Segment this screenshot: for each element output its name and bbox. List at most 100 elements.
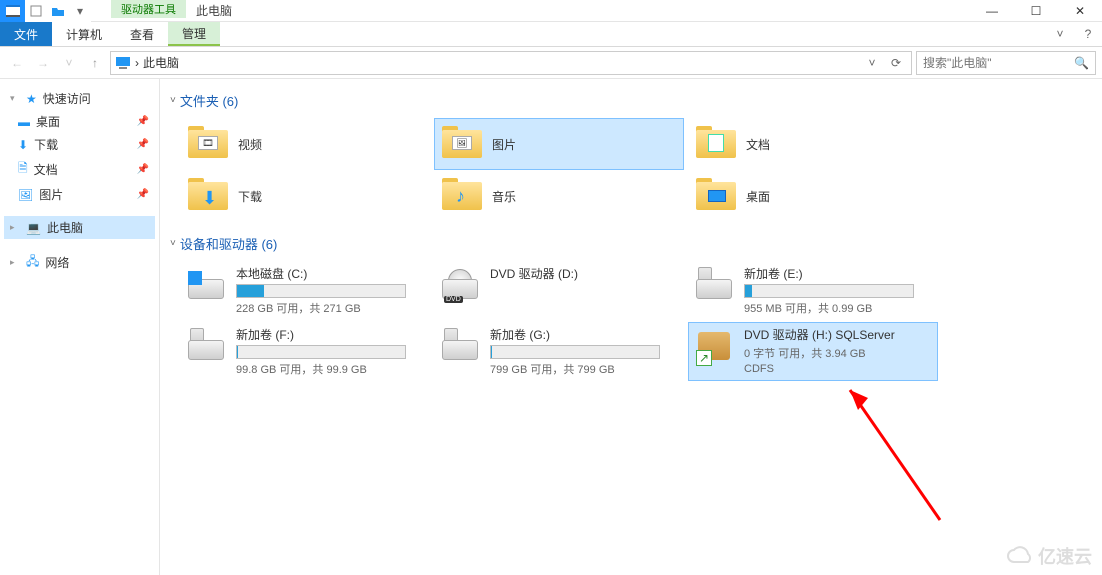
folder-item[interactable]: 🖼 图片 bbox=[434, 118, 684, 170]
ribbon-tab-computer[interactable]: 计算机 bbox=[52, 22, 116, 46]
box-icon: ↗ bbox=[694, 326, 734, 366]
sidebar-item-documents[interactable]: 🗎 文档 📌 bbox=[4, 156, 155, 183]
minimize-button[interactable]: — bbox=[970, 0, 1014, 22]
group-header-folders[interactable]: ˅ 文件夹 (6) bbox=[160, 87, 1102, 114]
document-icon: 🗎 bbox=[18, 159, 28, 180]
drive-usage-bar bbox=[490, 345, 660, 359]
folder-item[interactable]: 🎞 视频 bbox=[180, 118, 430, 170]
tree-caret-icon[interactable]: ▾ bbox=[10, 93, 20, 104]
star-icon: ★ bbox=[26, 92, 37, 106]
nav-recent-dropdown[interactable]: ˅ bbox=[58, 52, 80, 74]
doc-folder-icon bbox=[696, 126, 736, 162]
sidebar-this-pc[interactable]: ▸ 💻 此电脑 bbox=[4, 216, 155, 239]
nav-forward-button[interactable]: → bbox=[32, 52, 54, 74]
ribbon-file-tab[interactable]: 文件 bbox=[0, 22, 52, 46]
contextual-tab-header: 驱动器工具 bbox=[111, 0, 186, 18]
drive-sub: 955 MB 可用，共 0.99 GB bbox=[744, 300, 932, 316]
search-input[interactable] bbox=[923, 56, 1070, 70]
window-title: 此电脑 bbox=[186, 0, 242, 21]
group-header-drives[interactable]: ˅ 设备和驱动器 (6) bbox=[160, 230, 1102, 257]
sidebar-label: 网络 bbox=[45, 254, 69, 271]
drive-item[interactable]: DVD DVD 驱动器 (D:) bbox=[434, 261, 684, 320]
chevron-down-icon[interactable]: ˅ bbox=[170, 238, 176, 249]
drive-usage-bar bbox=[744, 284, 914, 298]
search-box[interactable]: 🔍 bbox=[916, 51, 1096, 75]
drive-title: 本地磁盘 (C:) bbox=[236, 265, 424, 282]
address-bar[interactable]: › 此电脑 ˅ ⟳ bbox=[110, 51, 912, 75]
sidebar-item-label: 下载 bbox=[34, 136, 58, 153]
drive-title: DVD 驱动器 (H:) SQLServer bbox=[744, 326, 932, 343]
download-icon: ⬇ bbox=[18, 138, 28, 152]
drive-usage-bar bbox=[236, 284, 406, 298]
folder-item[interactable]: 桌面 bbox=[688, 170, 938, 222]
nav-up-button[interactable]: ↑ bbox=[84, 52, 106, 74]
drive-title: 新加卷 (E:) bbox=[744, 265, 932, 282]
drive-item[interactable]: 新加卷 (G:)799 GB 可用，共 799 GB bbox=[434, 322, 684, 381]
breadcrumb[interactable]: › 此电脑 bbox=[135, 54, 179, 71]
sidebar-item-label: 图片 bbox=[39, 186, 63, 203]
drive-title: 新加卷 (F:) bbox=[236, 326, 424, 343]
folder-label: 视频 bbox=[238, 136, 262, 153]
folder-label: 下载 bbox=[238, 188, 262, 205]
drive-title: 新加卷 (G:) bbox=[490, 326, 678, 343]
sidebar-network[interactable]: ▸ 🖧 网络 bbox=[4, 249, 155, 276]
pc-icon: 💻 bbox=[26, 221, 41, 235]
folder-item[interactable]: 文档 bbox=[688, 118, 938, 170]
sidebar-item-downloads[interactable]: ⬇ 下载 📌 bbox=[4, 133, 155, 156]
sidebar-item-label: 文档 bbox=[34, 161, 58, 178]
folder-item[interactable]: ♪ 音乐 bbox=[434, 170, 684, 222]
ribbon-help-icon[interactable]: ? bbox=[1074, 22, 1102, 46]
network-icon: 🖧 bbox=[26, 252, 39, 273]
download-folder-icon: ⬇ bbox=[188, 178, 228, 214]
chevron-down-icon[interactable]: ˅ bbox=[170, 95, 176, 106]
sidebar-item-pictures[interactable]: 🖼 图片 📌 bbox=[4, 183, 155, 206]
drive-sub2: CDFS bbox=[744, 363, 932, 375]
hdd-icon bbox=[440, 326, 480, 366]
drive-usage-bar bbox=[236, 345, 406, 359]
close-button[interactable]: ✕ bbox=[1058, 0, 1102, 22]
address-toolbar: ← → ˅ ↑ › 此电脑 ˅ ⟳ 🔍 bbox=[0, 47, 1102, 79]
drive-item[interactable]: 新加卷 (E:) 955 MB 可用，共 0.99 GB bbox=[688, 261, 938, 320]
tree-caret-icon[interactable]: ▸ bbox=[10, 257, 20, 268]
qat-dropdown-icon[interactable]: ▾ bbox=[69, 0, 91, 22]
address-dropdown-icon[interactable]: ˅ bbox=[863, 56, 881, 70]
titlebar: ▾ 驱动器工具 此电脑 — ☐ ✕ bbox=[0, 0, 1102, 22]
maximize-button[interactable]: ☐ bbox=[1014, 0, 1058, 22]
folder-item[interactable]: ⬇ 下载 bbox=[180, 170, 430, 222]
desktop-icon: ▬ bbox=[18, 115, 30, 129]
sidebar-quick-access[interactable]: ▾ ★ 快速访问 bbox=[4, 87, 155, 110]
search-icon[interactable]: 🔍 bbox=[1074, 56, 1089, 70]
quick-access-toolbar: ▾ bbox=[25, 0, 91, 22]
nav-back-button[interactable]: ← bbox=[6, 52, 28, 74]
hdd-os-icon bbox=[186, 265, 226, 305]
drive-item[interactable]: 新加卷 (F:) 99.8 GB 可用，共 99.9 GB bbox=[180, 322, 430, 381]
hdd-icon bbox=[694, 265, 734, 305]
picture-icon: 🖼 bbox=[18, 188, 33, 202]
ribbon-collapse-icon[interactable]: ˅ bbox=[1046, 22, 1074, 46]
titlebar-left: ▾ bbox=[0, 0, 91, 21]
ribbon-tab-view[interactable]: 查看 bbox=[116, 22, 168, 46]
dvd-icon: DVD bbox=[440, 265, 480, 305]
pin-icon: 📌 bbox=[137, 164, 149, 175]
qat-new-folder-icon[interactable] bbox=[47, 0, 69, 22]
sidebar-label: 快速访问 bbox=[43, 90, 91, 107]
qat-properties-icon[interactable] bbox=[25, 0, 47, 22]
sidebar-item-desktop[interactable]: ▬ 桌面 📌 bbox=[4, 110, 155, 133]
ribbon-tab-manage[interactable]: 管理 bbox=[168, 22, 220, 46]
pin-icon: 📌 bbox=[137, 116, 149, 127]
sidebar-label: 此电脑 bbox=[47, 219, 83, 236]
drive-item[interactable]: ↗ DVD 驱动器 (H:) SQLServer0 字节 可用，共 3.94 G… bbox=[688, 322, 938, 381]
address-refresh-icon[interactable]: ⟳ bbox=[885, 56, 907, 70]
folder-label: 图片 bbox=[492, 136, 516, 153]
drive-sub: 99.8 GB 可用，共 99.9 GB bbox=[236, 361, 424, 377]
video-folder-icon: 🎞 bbox=[188, 126, 228, 162]
pin-icon: 📌 bbox=[137, 139, 149, 150]
desktop-folder-icon bbox=[696, 178, 736, 214]
pin-icon: 📌 bbox=[137, 189, 149, 200]
music-folder-icon: ♪ bbox=[442, 178, 482, 214]
content-area: ˅ 文件夹 (6) 🎞 视频 🖼 图片 文档 ⬇ 下载 ♪ 音乐 桌面 ˅ 设备… bbox=[160, 79, 1102, 575]
breadcrumb-current[interactable]: 此电脑 bbox=[143, 54, 179, 71]
drive-item[interactable]: 本地磁盘 (C:) 228 GB 可用，共 271 GB bbox=[180, 261, 430, 320]
drive-sub: 228 GB 可用，共 271 GB bbox=[236, 300, 424, 316]
tree-caret-icon[interactable]: ▸ bbox=[10, 222, 20, 233]
